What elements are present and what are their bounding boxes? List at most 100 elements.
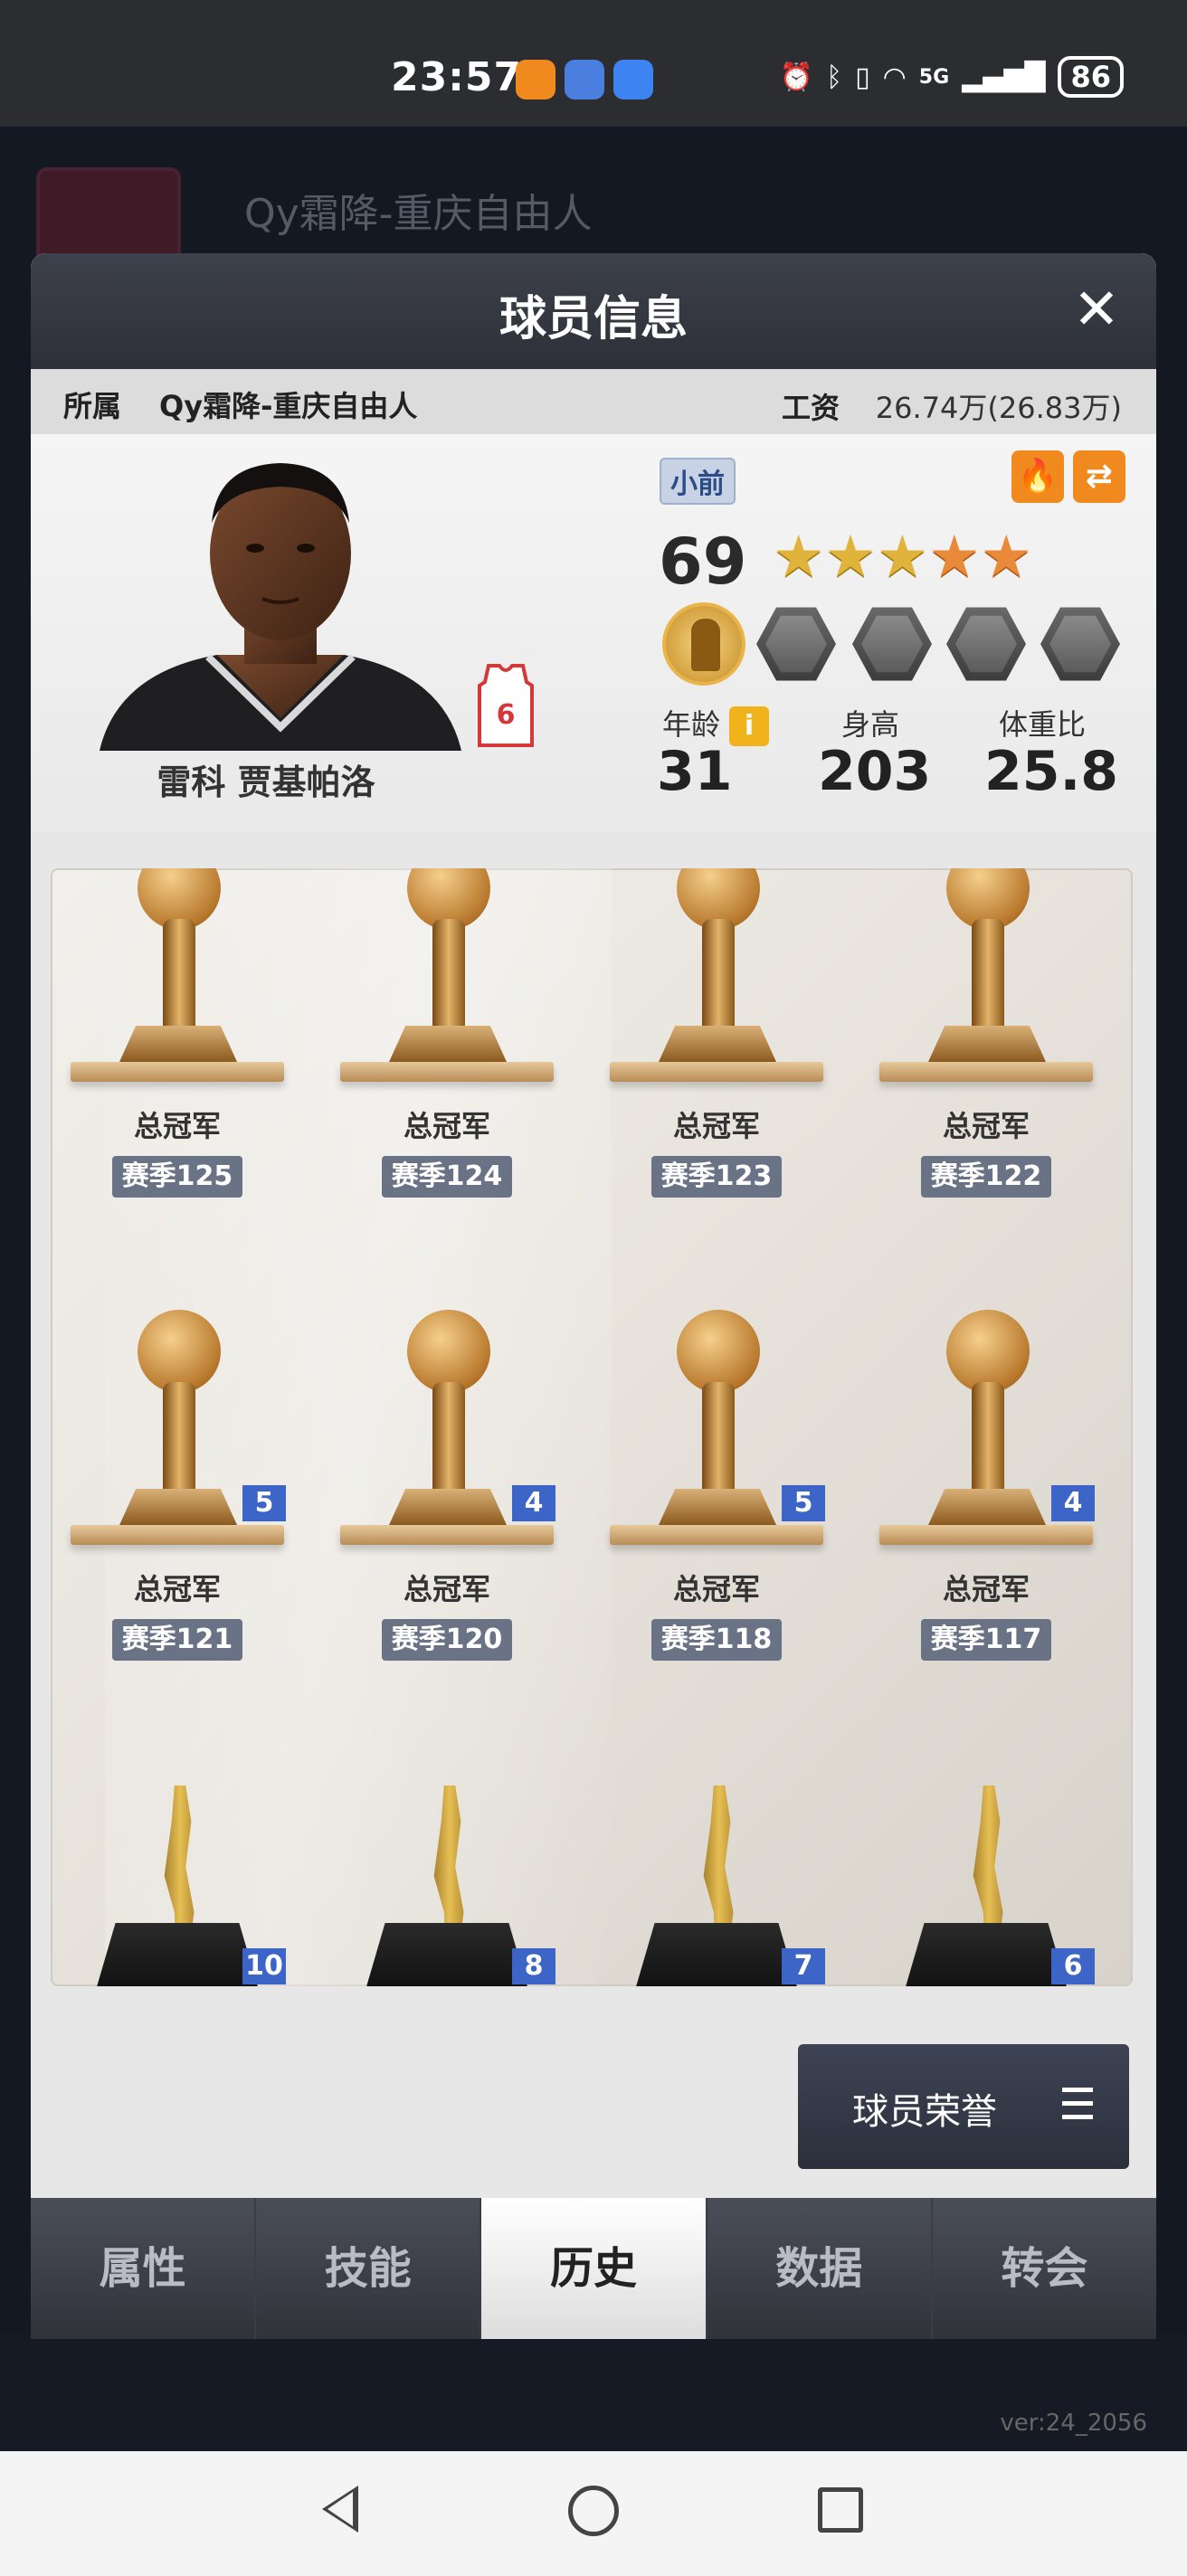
trophy-count: 5 [242, 1485, 286, 1521]
player-name: 雷科 贾基帕洛 [157, 762, 375, 802]
age-value: 31 [657, 740, 733, 803]
position-badge: 小前 [660, 458, 736, 505]
trophy-base [389, 1489, 507, 1525]
salary-label: 工资 [782, 391, 840, 425]
network-type: 5G [918, 65, 950, 89]
team-value: Qy霜降-重庆自由人 [159, 389, 418, 423]
bluetooth-icon: ᛒ [826, 61, 843, 93]
trophy-item[interactable]: 5 总冠军 赛季118 [608, 1064, 825, 1661]
trophy-item[interactable]: 7最佳小前赛季123 [608, 1527, 825, 1986]
jersey-icon: 6 [478, 664, 534, 747]
info-icon[interactable]: i [729, 706, 770, 746]
player-info-modal: 球员信息 ✕ 所属 Qy霜降-重庆自由人 工资 26.74万(26.83万) 6… [31, 253, 1156, 2339]
fire-icon[interactable]: 🔥 [1011, 450, 1064, 503]
basketball-trophy-icon [138, 1310, 221, 1393]
empty-badge-slot[interactable] [1040, 607, 1120, 681]
player-card: 6 雷科 贾基帕洛 小前 🔥 ⇄ 69 ★ ★ ★ ★ ★ 年龄 i 身高 体重比… [31, 434, 1156, 832]
statue-base [905, 1923, 1068, 1986]
trophy-count: 6 [1051, 1948, 1095, 1984]
trophy-count: 4 [512, 1485, 556, 1521]
trophy-item[interactable]: 总冠军 赛季122 [878, 868, 1095, 1198]
trophy-item[interactable]: 4 总冠军 赛季120 [338, 1064, 556, 1661]
modal-header: 球员信息 ✕ [31, 253, 1156, 369]
statue-base [366, 1923, 528, 1986]
version-label: ver:24_2056 [1000, 2410, 1147, 2437]
basketball-trophy-icon [677, 1310, 760, 1393]
trophy-item[interactable]: 5 总冠军 赛季121 [69, 1064, 286, 1661]
close-button[interactable]: ✕ [1069, 281, 1124, 338]
tab-attributes[interactable]: 属性 [31, 2198, 257, 2339]
basketball-trophy-icon [407, 1310, 490, 1393]
trophy-count: 4 [1051, 1485, 1095, 1521]
back-icon[interactable] [322, 2486, 358, 2533]
star-rating: ★ ★ ★ ★ ★ [773, 528, 1032, 586]
empty-badge-slot[interactable] [946, 607, 1026, 681]
trophy-case[interactable]: 总冠军 赛季125 总冠军 赛季124 总冠军 赛季123 总冠军 赛季122 5 总冠军 赛季12… [51, 868, 1133, 1986]
salary-value: 26.74万(26.83万) [875, 391, 1122, 425]
trophy-item[interactable]: 总冠军 赛季123 [608, 868, 825, 1198]
star-icon: ★ [928, 524, 981, 591]
vibrate-icon: ▯ [855, 61, 870, 93]
status-indicators: ⏰ ᛒ ▯ ◠ 5G ▂▄▆█ 86 [780, 56, 1124, 98]
system-nav-bar [0, 2451, 1187, 2576]
status-time: 23:57 [391, 54, 523, 100]
height-label: 身高 [841, 707, 900, 742]
weight-value: 25.8 [984, 740, 1119, 803]
star-icon: ★ [824, 524, 877, 591]
tab-skills[interactable]: 技能 [256, 2198, 482, 2339]
message-notification-icon [613, 60, 653, 99]
app-notification-icon [516, 60, 556, 99]
player-honors-label: 球员荣誉 [852, 2091, 997, 2133]
player-honors-button[interactable]: 球员荣誉 [798, 2044, 1129, 2169]
skill-badge-gold[interactable] [662, 602, 745, 686]
alarm-icon: ⏰ [779, 61, 814, 93]
height-value: 203 [818, 740, 932, 803]
star-icon: ★ [876, 524, 929, 591]
jersey-number: 6 [497, 699, 516, 731]
weight-label: 体重比 [999, 707, 1087, 742]
browser-notification-icon [565, 60, 604, 99]
trophy-base [119, 1026, 237, 1062]
trophy-item[interactable]: 8最佳小前赛季124 [338, 1527, 556, 1986]
empty-badge-slot[interactable] [852, 607, 932, 681]
signal-icon: ▂▄▆█ [962, 61, 1046, 93]
menu-icon [1062, 2088, 1093, 2120]
modal-title: 球员信息 [499, 292, 688, 346]
trophy-base [659, 1026, 776, 1062]
statue-base [96, 1923, 259, 1986]
overall-rating: 69 [659, 525, 747, 599]
trophy-count: 10 [242, 1948, 286, 1984]
trophy-item[interactable]: 6最佳小前赛季122 [878, 1527, 1095, 1986]
trophy-item[interactable]: 总冠军 赛季124 [338, 868, 556, 1198]
trophy-item[interactable]: 10最佳小前赛季126 [69, 1527, 286, 1986]
tab-history[interactable]: 历史 [481, 2198, 707, 2339]
trophy-count: 5 [782, 1485, 825, 1521]
trophy-item[interactable]: 4 总冠军 赛季117 [878, 1064, 1095, 1661]
star-icon: ★ [980, 524, 1032, 591]
team-label: 所属 [63, 389, 122, 423]
trophy-base [119, 1489, 237, 1525]
trophy-count: 7 [782, 1948, 825, 1984]
battery-icon: 86 [1058, 56, 1124, 98]
trophy-count: 8 [512, 1948, 556, 1984]
background-team-title: Qy霜降-重庆自由人 [244, 191, 593, 237]
statue-base [635, 1923, 798, 1986]
home-icon[interactable] [568, 2486, 619, 2536]
tab-transfer[interactable]: 转会 [933, 2198, 1156, 2339]
player-portrait [100, 463, 461, 751]
team-salary-row: 所属 Qy霜降-重庆自由人 工资 26.74万(26.83万) [31, 369, 1156, 434]
trophy-base [928, 1489, 1046, 1525]
empty-badge-slot[interactable] [756, 607, 836, 681]
tab-data[interactable]: 数据 [707, 2198, 933, 2339]
recent-apps-icon[interactable] [818, 2487, 863, 2533]
trophy-base [659, 1489, 776, 1525]
swap-icon[interactable]: ⇄ [1073, 450, 1125, 503]
status-bar: 23:57 ⏰ ᛒ ▯ ◠ 5G ▂▄▆█ 86 [0, 0, 1187, 127]
trophy-base [928, 1026, 1046, 1062]
star-icon: ★ [773, 524, 825, 591]
wifi-icon: ◠ [882, 61, 907, 93]
tab-bar: 属性 技能 历史 数据 转会 [31, 2198, 1156, 2339]
basketball-trophy-icon [946, 1310, 1030, 1393]
trophy-base [389, 1026, 507, 1062]
trophy-item[interactable]: 总冠军 赛季125 [69, 868, 286, 1198]
